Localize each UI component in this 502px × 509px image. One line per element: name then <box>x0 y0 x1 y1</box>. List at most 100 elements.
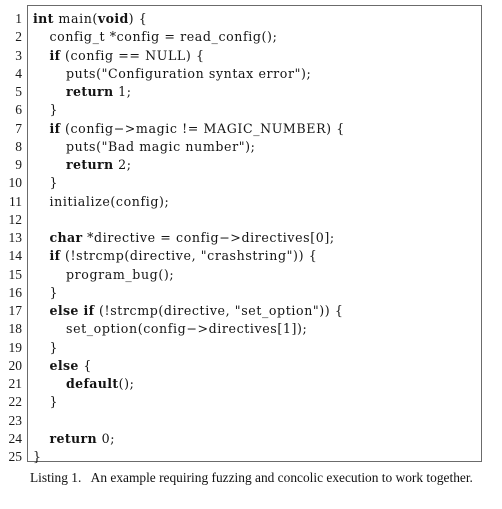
code-line: 24 return 0; <box>0 430 502 448</box>
caption-text: An example requiring fuzzing and concoli… <box>90 470 473 485</box>
code-text: puts("Configuration syntax error"); <box>66 65 312 81</box>
code-text: *directive = config−>directives[0]; <box>82 230 335 245</box>
code-line: 23 <box>0 412 502 430</box>
line-code: if (!strcmp(directive, "crashstring")) { <box>50 247 318 265</box>
line-number: 12 <box>8 211 23 227</box>
line-number: 17 <box>8 303 23 318</box>
line-number: 15 <box>8 266 23 282</box>
caption-separator <box>81 470 90 485</box>
code-line: 17 else if (!strcmp(directive, "set_optio… <box>0 302 502 320</box>
code-text: 0; <box>97 430 116 446</box>
line-number: 1 <box>15 11 22 26</box>
code-text: } <box>49 339 59 355</box>
code-text: program_bug(); <box>66 266 175 282</box>
line-number: 5 <box>15 84 22 99</box>
code-keyword: return <box>49 430 98 446</box>
line-code: program_bug(); <box>66 266 174 284</box>
line-number: 20 <box>8 357 23 373</box>
line-number: 23 <box>8 412 23 428</box>
line-number: 14 <box>8 248 23 264</box>
code-text: } <box>49 102 59 118</box>
line-code: int main(void) { <box>33 10 147 28</box>
code-text: 2; <box>113 157 132 172</box>
code-text: (); <box>118 376 135 391</box>
line-code: } <box>50 339 59 357</box>
line-number: 16 <box>8 284 23 300</box>
line-number: 6 <box>15 102 22 118</box>
code-line: 16} <box>0 284 502 302</box>
line-code: config_t *config = read_config(); <box>50 28 278 46</box>
line-number: 13 <box>8 230 23 245</box>
code-text: } <box>49 394 59 410</box>
line-code: puts("Configuration syntax error"); <box>66 65 311 83</box>
code-line: 11 initialize(config); <box>0 193 502 211</box>
line-code: else { <box>50 357 93 375</box>
code-line: 3 if (config == NULL) { <box>0 47 502 65</box>
code-text: } <box>49 175 59 191</box>
line-code: else if (!strcmp(directive, "set_option"… <box>50 302 344 320</box>
code-text: set_option(config−>directives[1]); <box>66 321 308 337</box>
code-keyword: else <box>49 357 79 373</box>
code-line: 19} <box>0 339 502 357</box>
code-keyword: void <box>97 11 129 26</box>
code-text: ) { <box>128 11 148 26</box>
line-code: char *directive = config−>directives[0]; <box>50 229 335 247</box>
code-text: initialize(config); <box>49 193 170 209</box>
line-code: } <box>50 393 59 411</box>
line-number: 22 <box>8 394 23 410</box>
line-code: } <box>33 448 42 466</box>
line-number: 2 <box>15 29 22 45</box>
code-keyword: int <box>33 11 54 26</box>
code-line: 10} <box>0 174 502 192</box>
code-line: 7 if (config−>magic != MAGIC_NUMBER) { <box>0 120 502 138</box>
code-keyword: if <box>49 248 61 264</box>
line-number: 3 <box>15 47 22 63</box>
code-line: 25} <box>0 448 502 466</box>
line-number: 9 <box>15 157 22 172</box>
line-number: 21 <box>8 376 23 391</box>
code-line: 6} <box>0 101 502 119</box>
code-keyword: else if <box>49 303 95 318</box>
code-line: 13 char *directive = config−>directives[0… <box>0 229 502 247</box>
code-keyword: return <box>66 84 114 99</box>
code-listing-figure: 1 int main(void) { 2 config_t *config = rea… <box>0 0 502 509</box>
code-line: 5 return 1; <box>0 83 502 101</box>
line-code: set_option(config−>directives[1]); <box>66 320 307 338</box>
line-number: 10 <box>8 175 23 191</box>
line-code: initialize(config); <box>50 193 170 211</box>
code-line: 21 default(); <box>0 375 502 393</box>
code-text: puts("Bad magic number"); <box>66 138 256 154</box>
line-number: 11 <box>9 193 22 209</box>
code-line: 9 return 2; <box>0 156 502 174</box>
caption-label: Listing 1. <box>30 470 82 485</box>
code-line: 2 config_t *config = read_config(); <box>0 28 502 46</box>
code-text: { <box>78 357 93 373</box>
code-line: 20 else { <box>0 357 502 375</box>
code-line: 15 program_bug(); <box>0 266 502 284</box>
line-number: 25 <box>8 449 23 464</box>
line-code: puts("Bad magic number"); <box>66 138 255 156</box>
code-line: 8 puts("Bad magic number"); <box>0 138 502 156</box>
code-line: 4 puts("Configuration syntax error"); <box>0 65 502 83</box>
line-code: if (config == NULL) { <box>50 47 205 65</box>
code-text: config_t *config = read_config(); <box>49 29 278 45</box>
line-code: } <box>50 101 59 119</box>
code-keyword: char <box>49 230 83 245</box>
code-text: (config−>magic != MAGIC_NUMBER) { <box>60 120 345 136</box>
code-line: 12 <box>0 211 502 229</box>
line-code: return 2; <box>66 156 132 174</box>
code-text: 1; <box>113 84 132 99</box>
line-number: 8 <box>15 138 22 154</box>
figure-caption: Listing 1. An example requiring fuzzing … <box>30 470 482 487</box>
line-code: return 0; <box>50 430 116 448</box>
line-number: 7 <box>15 120 22 136</box>
code-line: 18 set_option(config−>directives[1]); <box>0 320 502 338</box>
code-text: (!strcmp(directive, "crashstring")) { <box>60 248 318 264</box>
code-text: (config == NULL) { <box>60 47 205 63</box>
line-number: 19 <box>8 339 23 355</box>
code-keyword: if <box>49 120 61 136</box>
line-number: 18 <box>8 321 23 337</box>
code-keyword: if <box>49 47 61 63</box>
code-line: 1 int main(void) { <box>0 10 502 28</box>
code-text: (!strcmp(directive, "set_option")) { <box>94 303 344 318</box>
